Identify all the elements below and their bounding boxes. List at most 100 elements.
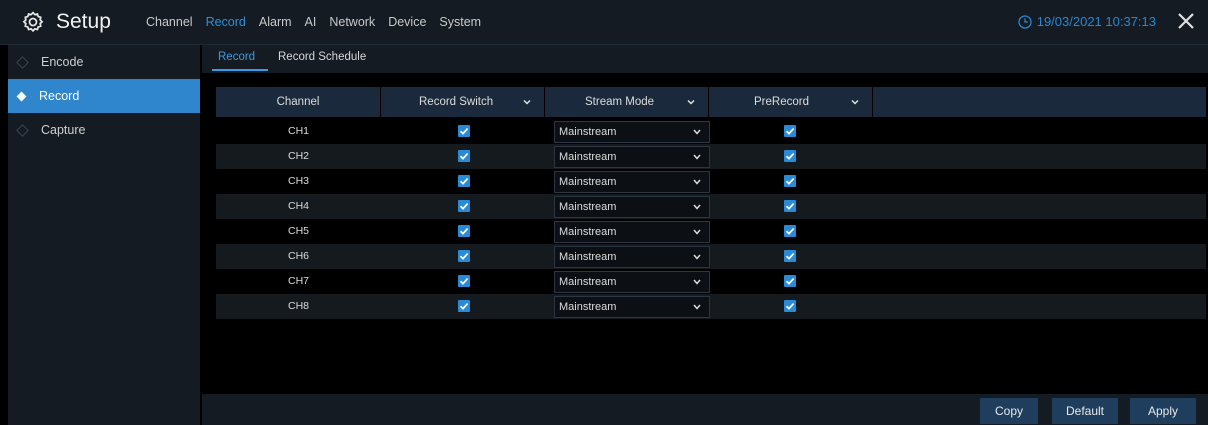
nav-channel[interactable]: Channel	[146, 0, 193, 44]
channel-cell: CH1	[287, 125, 309, 137]
clock-icon	[1018, 14, 1032, 29]
sidebar-item-label: Capture	[41, 123, 86, 137]
action-bar: Copy Default Apply	[202, 394, 1208, 425]
check-icon	[785, 153, 795, 160]
check-icon	[459, 228, 469, 235]
chevron-down-icon	[693, 254, 701, 260]
nav-ai[interactable]: AI	[305, 0, 317, 44]
record-switch-checkbox[interactable]	[458, 125, 470, 137]
chevron-down-icon	[693, 279, 701, 285]
nav-system[interactable]: System	[439, 0, 481, 44]
record-switch-checkbox[interactable]	[458, 275, 470, 287]
check-icon	[459, 278, 469, 285]
gear-icon[interactable]	[22, 11, 44, 33]
table-row: CH5 Mainstream	[216, 219, 1206, 244]
nav-network[interactable]: Network	[329, 0, 375, 44]
check-icon	[785, 128, 795, 135]
check-icon	[459, 178, 469, 185]
check-icon	[785, 203, 795, 210]
nav-record[interactable]: Record	[206, 0, 246, 44]
table-row: CH1 Mainstream	[216, 119, 1206, 144]
table-row: CH4 Mainstream	[216, 194, 1206, 219]
diamond-icon	[16, 123, 29, 137]
table-row: CH6 Mainstream	[216, 244, 1206, 269]
select-value: Mainstream	[559, 226, 617, 238]
stream-mode-select[interactable]: Mainstream	[554, 271, 710, 293]
stream-mode-select[interactable]: Mainstream	[554, 121, 710, 143]
active-tab-indicator	[212, 69, 268, 71]
check-icon	[785, 253, 795, 260]
channel-cell: CH5	[287, 225, 309, 237]
table-row: CH2 Mainstream	[216, 144, 1206, 169]
header-label: PreRecord	[754, 96, 809, 108]
chevron-down-icon	[693, 129, 701, 135]
record-switch-checkbox[interactable]	[458, 300, 470, 312]
check-icon	[459, 253, 469, 260]
channel-cell: CH7	[287, 275, 309, 287]
prerecord-checkbox[interactable]	[784, 250, 796, 262]
copy-button[interactable]: Copy	[980, 398, 1038, 424]
header-prerecord[interactable]: PreRecord	[709, 87, 873, 117]
record-switch-checkbox[interactable]	[458, 225, 470, 237]
stream-mode-select[interactable]: Mainstream	[554, 296, 710, 318]
channel-cell: CH2	[287, 150, 309, 162]
chevron-down-icon	[851, 99, 859, 105]
nav-alarm[interactable]: Alarm	[259, 0, 292, 44]
chevron-down-icon	[693, 304, 701, 310]
chevron-down-icon	[523, 99, 531, 105]
sub-tabs: Record Record Schedule	[202, 45, 1208, 73]
nav-device[interactable]: Device	[388, 0, 426, 44]
header-label: Stream Mode	[585, 96, 655, 108]
sidebar-item-label: Record	[39, 89, 80, 103]
prerecord-checkbox[interactable]	[784, 200, 796, 212]
select-value: Mainstream	[559, 201, 617, 213]
apply-button[interactable]: Apply	[1130, 398, 1196, 424]
chevron-down-icon	[693, 204, 701, 210]
record-switch-checkbox[interactable]	[458, 250, 470, 262]
check-icon	[459, 128, 469, 135]
prerecord-checkbox[interactable]	[784, 150, 796, 162]
default-button[interactable]: Default	[1052, 398, 1118, 424]
top-bar: Setup Channel Record Alarm AI Network De…	[0, 0, 1208, 45]
sidebar-item-label: Encode	[41, 55, 84, 69]
header-stream-mode[interactable]: Stream Mode	[545, 87, 709, 117]
check-icon	[459, 203, 469, 210]
record-switch-checkbox[interactable]	[458, 200, 470, 212]
chevron-down-icon	[693, 229, 701, 235]
select-value: Mainstream	[559, 276, 617, 288]
select-value: Mainstream	[559, 301, 617, 313]
check-icon	[785, 178, 795, 185]
check-icon	[785, 303, 795, 310]
chevron-down-icon	[693, 179, 701, 185]
sidebar-item-capture[interactable]: Capture	[8, 113, 200, 147]
content-panel: Record Record Schedule Channel Record Sw…	[202, 45, 1208, 425]
clock: 19/03/2021 10:37:13	[1018, 14, 1156, 29]
close-icon[interactable]	[1174, 9, 1198, 33]
sidebar: Encode Record Capture	[8, 45, 200, 425]
stream-mode-select[interactable]: Mainstream	[554, 171, 710, 193]
stream-mode-select[interactable]: Mainstream	[554, 221, 710, 243]
prerecord-checkbox[interactable]	[784, 225, 796, 237]
record-switch-checkbox[interactable]	[458, 150, 470, 162]
channel-cell: CH8	[287, 300, 309, 312]
chevron-down-icon	[687, 99, 695, 105]
header-channel: Channel	[216, 87, 381, 117]
sidebar-item-record[interactable]: Record	[8, 79, 200, 113]
sidebar-item-encode[interactable]: Encode	[8, 45, 200, 79]
prerecord-checkbox[interactable]	[784, 300, 796, 312]
prerecord-checkbox[interactable]	[784, 275, 796, 287]
record-switch-checkbox[interactable]	[458, 175, 470, 187]
prerecord-checkbox[interactable]	[784, 175, 796, 187]
diamond-icon	[16, 55, 29, 69]
tab-record-schedule[interactable]: Record Schedule	[278, 51, 366, 63]
stream-mode-select[interactable]: Mainstream	[554, 246, 710, 268]
stream-mode-select[interactable]: Mainstream	[554, 146, 710, 168]
header-record-switch[interactable]: Record Switch	[381, 87, 545, 117]
stream-mode-select[interactable]: Mainstream	[554, 196, 710, 218]
app-title: Setup	[56, 10, 111, 33]
table-row: CH8 Mainstream	[216, 294, 1206, 319]
prerecord-checkbox[interactable]	[784, 125, 796, 137]
channel-cell: CH4	[287, 200, 309, 212]
tab-record[interactable]: Record	[218, 51, 255, 63]
diamond-icon	[16, 91, 27, 101]
